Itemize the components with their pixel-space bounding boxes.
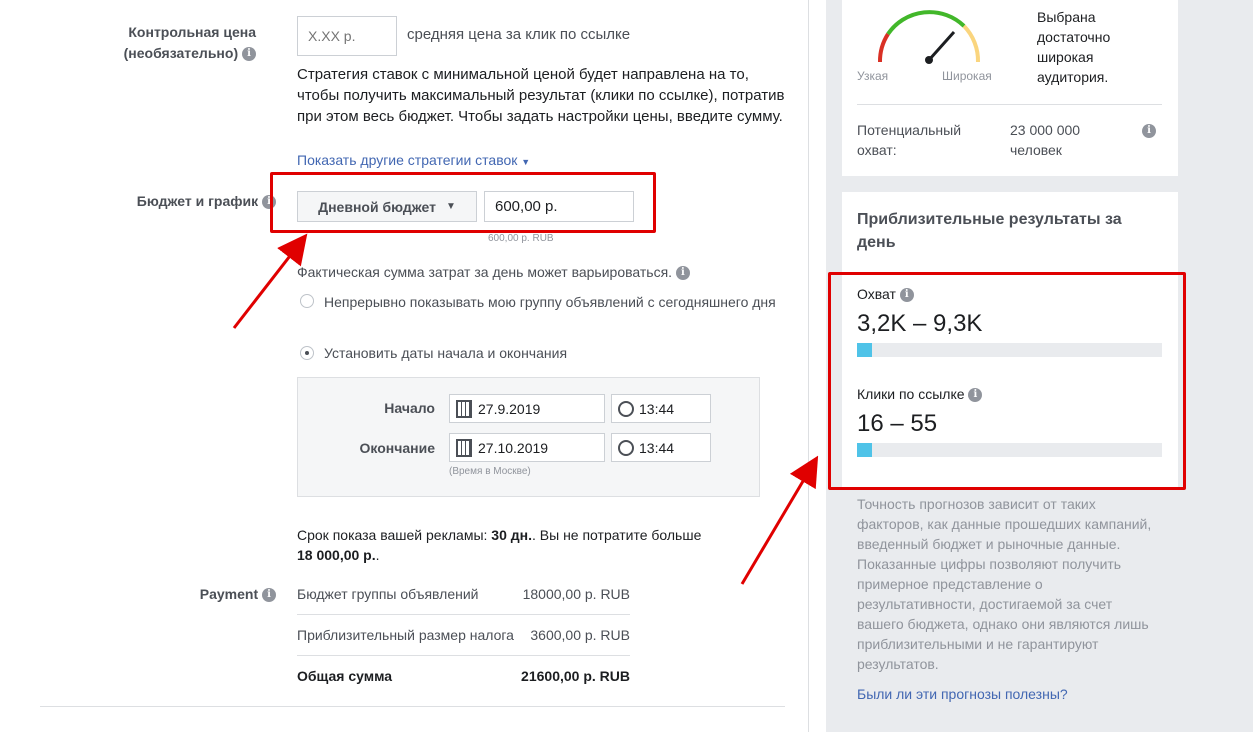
start-time-value: 13:44 [639, 400, 675, 417]
payment-label: Payment i [150, 586, 276, 603]
info-icon[interactable]: i [1142, 124, 1156, 138]
clock-icon [618, 439, 634, 456]
audience-status: Выбрана достаточно широкая аудитория. [1037, 9, 1111, 85]
clicks-bar-fill [857, 443, 873, 457]
end-date-input[interactable]: 27.10.2019 [449, 433, 605, 462]
start-time-input[interactable]: 13:44 [611, 394, 711, 423]
start-label: Начало [384, 400, 435, 416]
reach-bar-track [857, 343, 1162, 357]
reach-bar-fill [857, 343, 873, 357]
bid-label-line2: (необязательно) i [90, 43, 256, 64]
end-label: Окончание [359, 440, 435, 456]
radio-set-dates[interactable] [300, 346, 314, 360]
budget-type-label: Дневной бюджет [318, 198, 436, 215]
payment-total-name: Общая сумма [297, 668, 393, 684]
estimate-reach-value: 3,2K – 9,3K [857, 310, 983, 337]
payment-divider [297, 614, 630, 615]
panel-border [808, 0, 809, 732]
gauge-needle [927, 31, 956, 61]
budget-amount-value: 600,00 р. [495, 198, 558, 215]
option-continuous-label: Непрерывно показывать мою группу объявле… [324, 294, 776, 310]
payment-row-name: Приблизительный размер налога [297, 627, 514, 643]
option-set-dates-label: Установить даты начала и окончания [324, 345, 568, 361]
start-date-value: 27.9.2019 [478, 400, 541, 417]
payment-row-value: 18000,00 р. RUB [522, 586, 630, 602]
gauge-wide-label: Широкая [942, 69, 992, 83]
bid-label: Контрольная цена (необязательно) i [90, 22, 256, 64]
timezone-note: (Время в Москве) [449, 466, 531, 477]
clicks-bar-track [857, 443, 1162, 457]
end-time-value: 13:44 [639, 439, 675, 456]
estimates-disclaimer: Точность прогнозов зависит от таких факт… [857, 496, 1152, 672]
feedback-link[interactable]: Были ли эти прогнозы полезны? [857, 686, 1068, 702]
payment-total-value: 21600,00 р. RUB [521, 668, 630, 684]
budget-amount-hint: 600,00 р. RUB [488, 233, 554, 244]
start-date-input[interactable]: 27.9.2019 [449, 394, 605, 423]
info-icon[interactable]: i [262, 588, 276, 603]
info-icon[interactable]: i [968, 388, 983, 403]
payment-divider [297, 655, 630, 656]
audience-divider [857, 104, 1162, 105]
reach-label: Потенциальный охват: [857, 122, 962, 158]
bid-description: Стратегия ставок с минимальной ценой буд… [297, 66, 785, 125]
calendar-icon [456, 438, 472, 457]
calendar-icon [456, 399, 472, 418]
bid-suffix: средняя цена за клик по ссылке [407, 26, 631, 43]
payment-row-name: Бюджет группы объявлений [297, 586, 479, 602]
radio-continuous[interactable] [300, 294, 314, 308]
budget-note: Фактическая сумма затрат за день может в… [297, 264, 690, 281]
section-bottom-divider [40, 706, 785, 707]
budget-amount-input[interactable]: 600,00 р. [484, 191, 634, 222]
caret-down-icon: ▼ [445, 201, 456, 212]
info-icon[interactable]: i [242, 47, 256, 62]
estimate-reach-label: Охват i [857, 284, 914, 304]
audience-gauge [877, 10, 981, 64]
info-icon[interactable]: i [675, 266, 690, 281]
caret-down-icon: ▼ [521, 157, 531, 167]
budget-type-dropdown[interactable]: Дневной бюджет ▼ [297, 191, 477, 222]
clock-icon [618, 400, 634, 417]
end-date-value: 27.10.2019 [478, 439, 549, 456]
payment-row-value: 3600,00 р. RUB [530, 627, 630, 643]
estimate-clicks-value: 16 – 55 [857, 410, 938, 437]
reach-value: 23 000 000 человек [1010, 122, 1081, 158]
gauge-narrow-label: Узкая [857, 69, 889, 83]
end-time-input[interactable]: 13:44 [611, 433, 711, 462]
duration-summary: Срок показа вашей рекламы: 30 дн.. Вы не… [297, 527, 702, 563]
gauge-arc-narrow [877, 32, 890, 63]
budget-label: Бюджет и график i [90, 193, 276, 210]
bid-label-line1: Контрольная цена [128, 24, 256, 40]
bid-input[interactable] [297, 16, 397, 56]
show-strategies-link[interactable]: Показать другие стратегии ставок ▼ [297, 152, 530, 168]
gauge-arc-wide [962, 24, 981, 63]
gauge-arc-medium [886, 10, 966, 36]
info-icon[interactable]: i [262, 195, 276, 210]
info-icon[interactable]: i [899, 288, 914, 303]
estimate-clicks-label: Клики по ссылке i [857, 384, 983, 404]
estimates-title: Приблизительные результаты за день [857, 211, 1122, 251]
